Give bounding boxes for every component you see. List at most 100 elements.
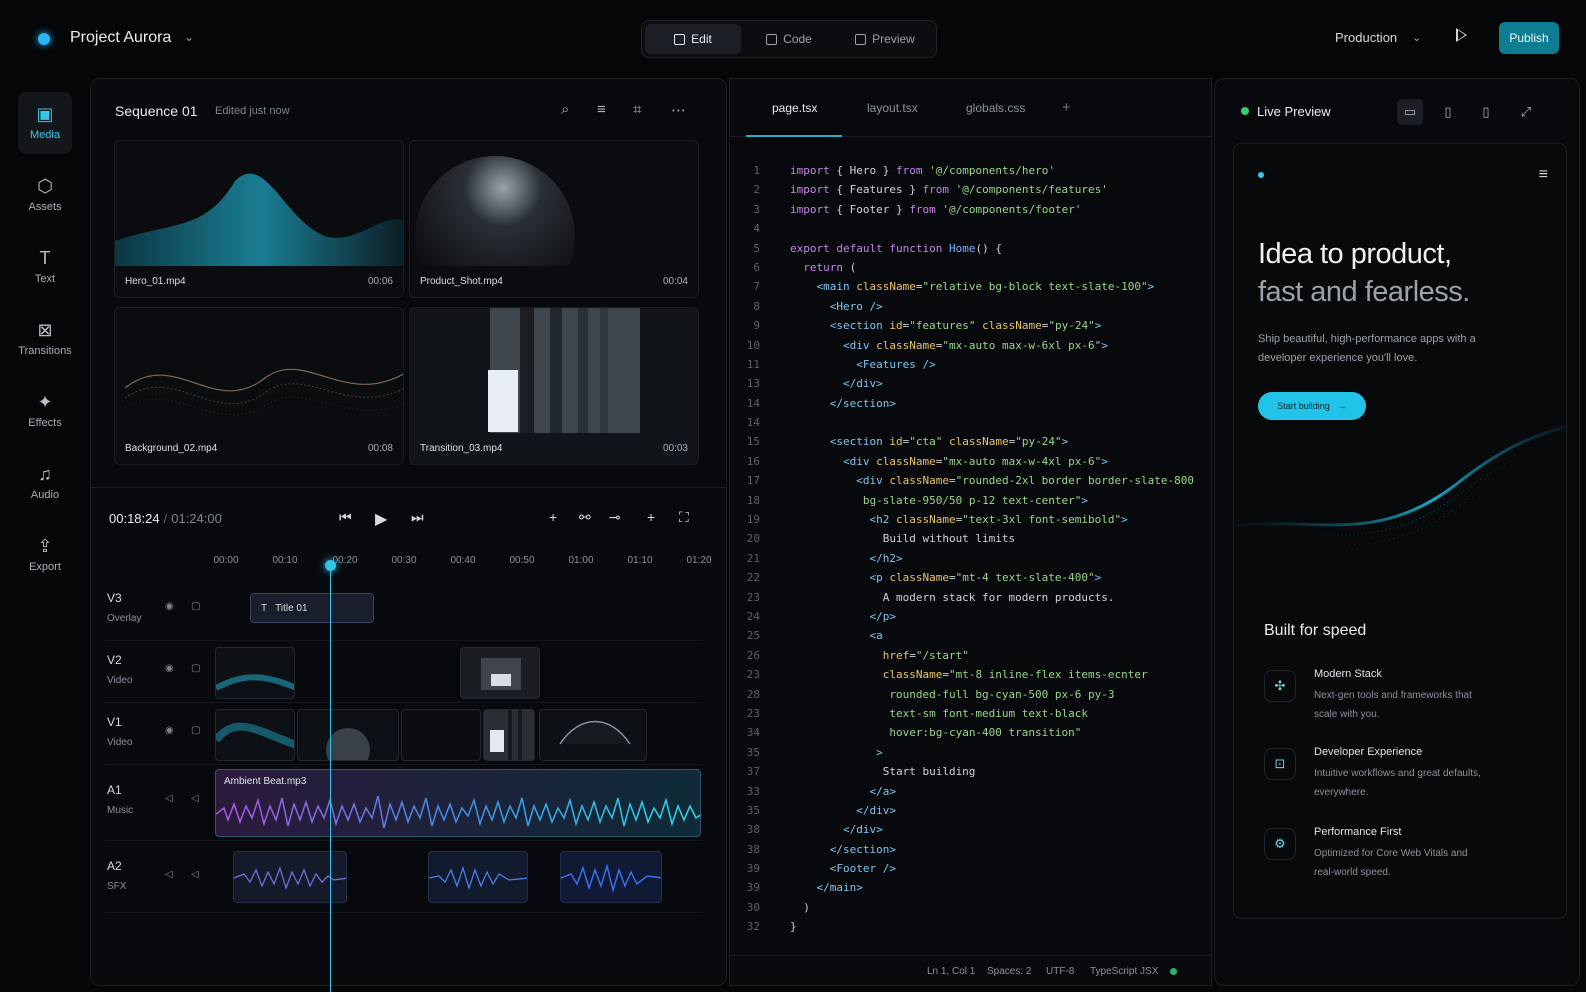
- tab-globals-css[interactable]: globals.css: [966, 101, 1025, 115]
- skip-back-icon[interactable]: ⏮: [339, 509, 352, 526]
- mobile-icon[interactable]: ▯: [1473, 99, 1499, 125]
- code-line[interactable]: 38 </section>: [730, 840, 1211, 859]
- code-line[interactable]: 39 <Footer />: [730, 859, 1211, 878]
- more-icon[interactable]: ⋯: [671, 101, 686, 119]
- sfx-clip[interactable]: [428, 851, 528, 903]
- video-clip[interactable]: [215, 709, 295, 761]
- mode-preview-button[interactable]: Preview: [837, 24, 933, 54]
- video-clip[interactable]: [460, 647, 540, 699]
- eye-icon[interactable]: ◉: [165, 601, 174, 612]
- eye-icon[interactable]: ◉: [165, 663, 174, 674]
- timeline-ruler[interactable]: 00:00 00:10 00:20 00:30 00:40 00:50 01:0…: [213, 555, 715, 579]
- play-icon[interactable]: ▶: [375, 509, 387, 529]
- code-line[interactable]: 10 <div className="mx-auto max-w-6xl px-…: [730, 336, 1211, 355]
- code-editor[interactable]: 1 import { Hero } from '@/components/hero…: [730, 161, 1211, 937]
- code-line[interactable]: 35 </div>: [730, 801, 1211, 820]
- fit-icon[interactable]: ⛶: [679, 509, 689, 526]
- project-title[interactable]: Project Aurora: [70, 29, 171, 47]
- code-line[interactable]: 6 return (: [730, 258, 1211, 277]
- chevron-down-icon[interactable]: ⌄: [1412, 31, 1421, 44]
- indent-setting[interactable]: Spaces: 2: [987, 966, 1031, 977]
- code-line[interactable]: 37 Start building: [730, 762, 1211, 781]
- video-clip[interactable]: [401, 709, 481, 761]
- encoding[interactable]: UTF-8: [1046, 966, 1074, 977]
- code-line[interactable]: 33 </a>: [730, 782, 1211, 801]
- tab-layout-tsx[interactable]: layout.tsx: [867, 101, 918, 115]
- video-clip[interactable]: [483, 709, 535, 761]
- video-clip[interactable]: [539, 709, 647, 761]
- code-line[interactable]: 34 hover:bg-cyan-400 transition": [730, 723, 1211, 742]
- environment-select[interactable]: Production: [1335, 30, 1397, 45]
- code-line[interactable]: 8 <Hero />: [730, 297, 1211, 316]
- code-line[interactable]: 9 <section id="features" className="py-2…: [730, 316, 1211, 335]
- code-line[interactable]: 11 <Features />: [730, 355, 1211, 374]
- code-line[interactable]: 21 </h2>: [730, 549, 1211, 568]
- code-line[interactable]: 16 <div className="mx-auto max-w-4xl px-…: [730, 452, 1211, 471]
- rail-item-effects[interactable]: ✦ Effects: [18, 380, 72, 442]
- code-line[interactable]: 5 export default function Home() {: [730, 239, 1211, 258]
- code-line[interactable]: 19 <h2 className="text-3xl font-semibold…: [730, 510, 1211, 529]
- media-item[interactable]: Transition_03.mp4 00:03: [409, 307, 699, 465]
- skip-forward-icon[interactable]: ⏭: [411, 509, 424, 526]
- link-icon[interactable]: ⚯: [579, 509, 591, 526]
- publish-button[interactable]: Publish: [1499, 22, 1559, 54]
- media-item[interactable]: Hero_01.mp4 00:06: [114, 140, 404, 298]
- media-item[interactable]: Background_02.mp4 00:08: [114, 307, 404, 465]
- code-line[interactable]: 7 <main className="relative bg-block tex…: [730, 277, 1211, 296]
- rail-item-audio[interactable]: ♫ Audio: [18, 452, 72, 514]
- run-play-icon[interactable]: [1456, 28, 1467, 42]
- language-mode[interactable]: TypeScript JSX: [1090, 966, 1158, 977]
- code-line[interactable]: 38 </div>: [730, 820, 1211, 839]
- code-line[interactable]: 14: [730, 413, 1211, 432]
- sfx-clip[interactable]: [560, 851, 662, 903]
- code-line[interactable]: 30 ): [730, 898, 1211, 917]
- tab-page-tsx[interactable]: page.tsx: [772, 101, 817, 115]
- filter-icon[interactable]: ≡: [597, 101, 606, 118]
- tablet-icon[interactable]: ▯: [1435, 99, 1461, 125]
- cursor-position[interactable]: Ln 1, Col 1: [927, 966, 975, 977]
- rail-item-export[interactable]: ⇪ Export: [18, 524, 72, 586]
- code-line[interactable]: 1 import { Hero } from '@/components/hero…: [730, 161, 1211, 180]
- code-line[interactable]: 17 <div className="rounded-2xl border bo…: [730, 471, 1211, 490]
- desktop-icon[interactable]: ▭: [1397, 99, 1423, 125]
- code-line[interactable]: 3 import { Footer } from '@/components/fo…: [730, 200, 1211, 219]
- speaker-icon[interactable]: ◁: [165, 793, 173, 804]
- preview-frame[interactable]: ≡ Idea to product, fast and fearless. Sh…: [1233, 143, 1567, 919]
- code-line[interactable]: 13 </div>: [730, 374, 1211, 393]
- code-line[interactable]: 14 </section>: [730, 394, 1211, 413]
- media-item[interactable]: Product_Shot.mp4 00:04: [409, 140, 699, 298]
- code-line[interactable]: 23 className="mt-8 inline-flex items-ecn…: [730, 665, 1211, 684]
- volume-icon[interactable]: ◁: [191, 869, 199, 880]
- expand-icon[interactable]: ⤢: [1513, 99, 1539, 125]
- code-line[interactable]: 22 <p className="mt-4 text-slate-400">: [730, 568, 1211, 587]
- code-line[interactable]: 24 </p>: [730, 607, 1211, 626]
- search-icon[interactable]: ⌕: [561, 101, 569, 118]
- add-icon[interactable]: +: [549, 509, 557, 525]
- title-clip[interactable]: T Title 01: [250, 593, 374, 623]
- code-line[interactable]: 35 >: [730, 743, 1211, 762]
- code-line[interactable]: 23 A modern stack for modern products.: [730, 588, 1211, 607]
- rail-item-media[interactable]: ▣ Media: [18, 92, 72, 154]
- mode-edit-button[interactable]: Edit: [645, 24, 741, 54]
- chevron-down-icon[interactable]: ⌄: [184, 30, 194, 44]
- playhead[interactable]: [330, 565, 331, 992]
- crop-icon[interactable]: ⌗: [633, 101, 641, 118]
- code-line[interactable]: 23 text-sm font-medium text-black: [730, 704, 1211, 723]
- code-line[interactable]: 2 import { Features } from '@/components/…: [730, 180, 1211, 199]
- lock-icon[interactable]: ▢: [191, 663, 200, 674]
- rail-item-transitions[interactable]: ⊠ Transitions: [18, 308, 72, 370]
- code-line[interactable]: 4: [730, 219, 1211, 238]
- lock-icon[interactable]: ▢: [191, 725, 200, 736]
- code-line[interactable]: 15 <section id="cta" className="py-24">: [730, 432, 1211, 451]
- code-line[interactable]: 25 <a: [730, 626, 1211, 645]
- menu-icon[interactable]: ≡: [1539, 166, 1548, 184]
- video-clip[interactable]: [297, 709, 399, 761]
- rail-item-assets[interactable]: ⬡ Assets: [18, 164, 72, 226]
- audio-clip[interactable]: Ambient Beat.mp3: [215, 769, 701, 837]
- speaker-icon[interactable]: ◁: [165, 869, 173, 880]
- code-line[interactable]: 39 </main>: [730, 878, 1211, 897]
- code-line[interactable]: 28 rounded-full bg-cyan-500 px-6 py-3: [730, 685, 1211, 704]
- mode-code-button[interactable]: Code: [741, 24, 837, 54]
- lock-icon[interactable]: ▢: [191, 601, 200, 612]
- code-line[interactable]: 32}: [730, 917, 1211, 936]
